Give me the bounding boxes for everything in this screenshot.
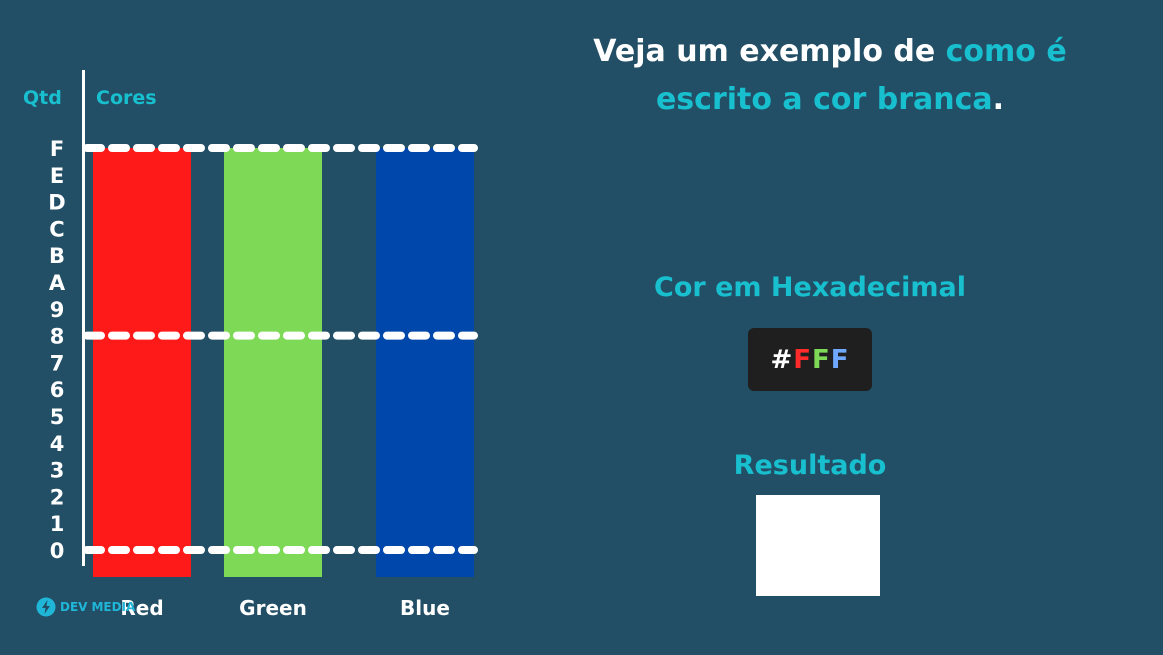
hex-code-label: Cor em Hexadecimal <box>654 272 966 303</box>
title-accent-2: escrito a cor branca <box>655 82 993 117</box>
y-tick-label: 6 <box>50 378 65 402</box>
y-tick-label: 8 <box>50 325 65 349</box>
devmedia-logo: DEV MEDIA <box>36 596 135 618</box>
hex-char-3: F <box>830 344 850 375</box>
title-period: . <box>992 82 1005 117</box>
y-tick-label: 5 <box>50 405 65 429</box>
y-axis-label: Qtd <box>23 87 62 109</box>
title-accent-1: como é <box>945 34 1067 69</box>
y-tick-label: 2 <box>50 485 65 509</box>
hex-char-2: F <box>812 344 831 375</box>
hex-char-0: # <box>770 344 794 375</box>
y-tick-labels: 0123456789ABCDEF <box>48 137 66 563</box>
page-title: Veja um exemplo de como é escrito a cor b… <box>593 34 1067 117</box>
logo-text-dev: DEV <box>60 600 88 614</box>
hex-char-1: F <box>793 344 813 375</box>
x-tick-labels: Red Green Blue <box>120 596 450 620</box>
x-axis-label: Cores <box>96 87 157 109</box>
y-tick-label: D <box>48 191 65 215</box>
y-tick-label: 0 <box>50 539 65 563</box>
y-tick-label: 4 <box>50 432 65 456</box>
y-tick-label: C <box>49 217 64 241</box>
hex-code-box: # F F F <box>748 328 872 391</box>
bar-red <box>93 148 191 577</box>
bar-green <box>224 148 322 577</box>
result-color-swatch <box>756 495 880 596</box>
bar-blue <box>376 148 474 577</box>
y-tick-label: 3 <box>50 459 65 483</box>
devmedia-logo-icon <box>36 597 56 617</box>
y-tick-label: E <box>50 164 64 188</box>
y-tick-label: A <box>49 271 66 295</box>
x-tick-label-green: Green <box>239 596 307 620</box>
y-tick-label: 1 <box>50 512 65 536</box>
result-label: Resultado <box>733 450 887 481</box>
y-axis-line <box>82 70 85 566</box>
y-tick-label: B <box>49 244 65 268</box>
y-tick-label: 7 <box>50 351 65 375</box>
bar-group <box>93 148 474 577</box>
x-tick-label-blue: Blue <box>400 596 450 620</box>
hex-bar-chart: Qtd Cores 0123456789ABCDEF Red Green Blue <box>23 70 478 620</box>
y-tick-label: 9 <box>50 298 65 322</box>
y-tick-label: F <box>50 137 64 161</box>
logo-text-media: MEDIA <box>91 600 136 614</box>
